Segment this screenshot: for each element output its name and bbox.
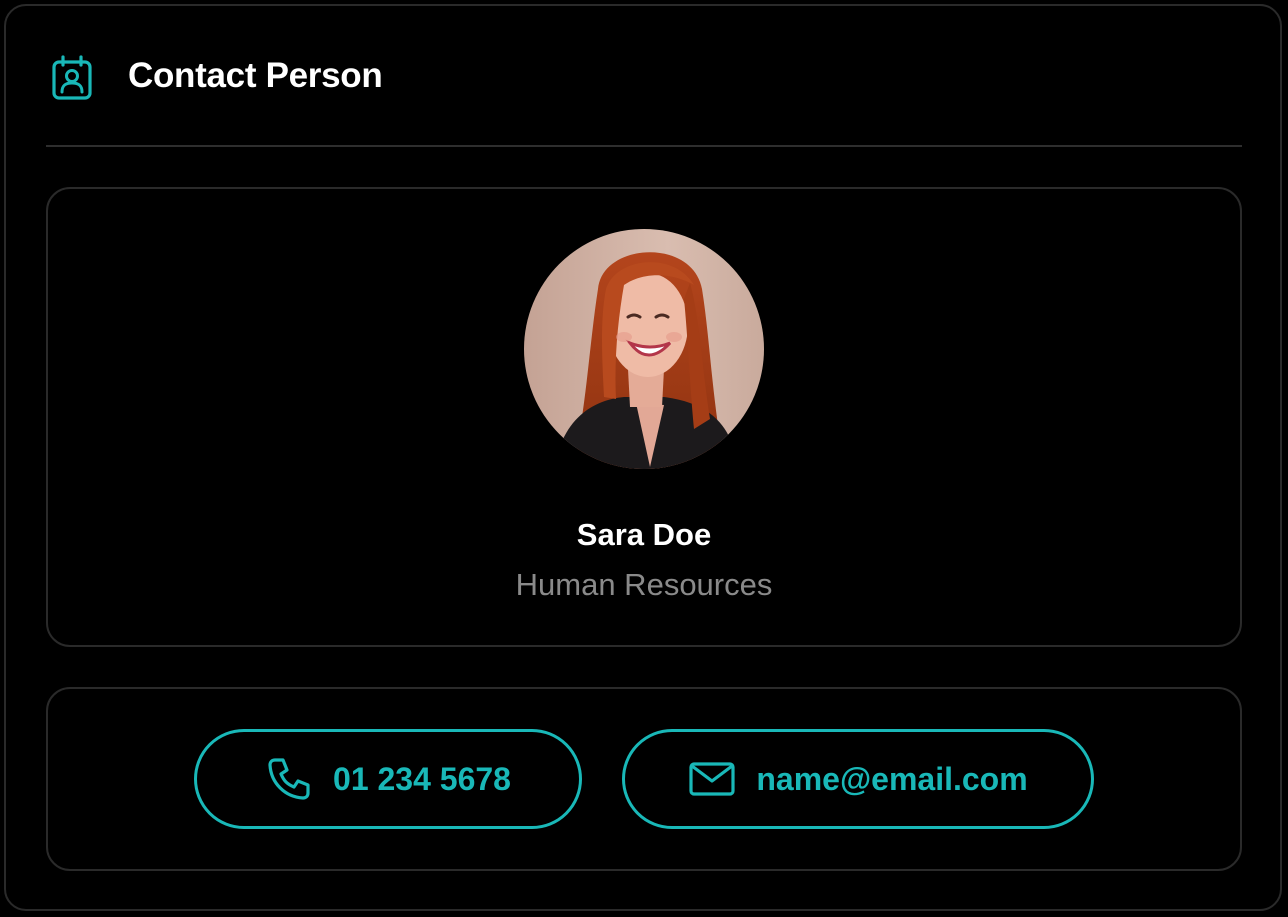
contact-name: Sara Doe [576,517,712,552]
envelope-icon [689,762,735,796]
contact-actions: 01 234 5678 name@email.com [46,687,1242,871]
avatar [524,229,764,469]
header-divider [46,145,1242,147]
contact-card: Contact Person Sara Doe Human Resources … [4,4,1282,911]
profile-section: Sara Doe Human Resources [46,187,1242,647]
phone-icon [268,758,310,800]
card-header: Contact Person [6,6,1280,146]
avatar-photo [524,229,764,469]
phone-number: 01 234 5678 [333,761,511,797]
email-address: name@email.com [756,761,1028,797]
contact-book-icon [52,55,92,100]
contact-department: Human Resources [515,567,773,602]
email-button[interactable]: name@email.com [622,729,1094,829]
card-title: Contact Person [128,56,383,95]
phone-button[interactable]: 01 234 5678 [194,729,582,829]
